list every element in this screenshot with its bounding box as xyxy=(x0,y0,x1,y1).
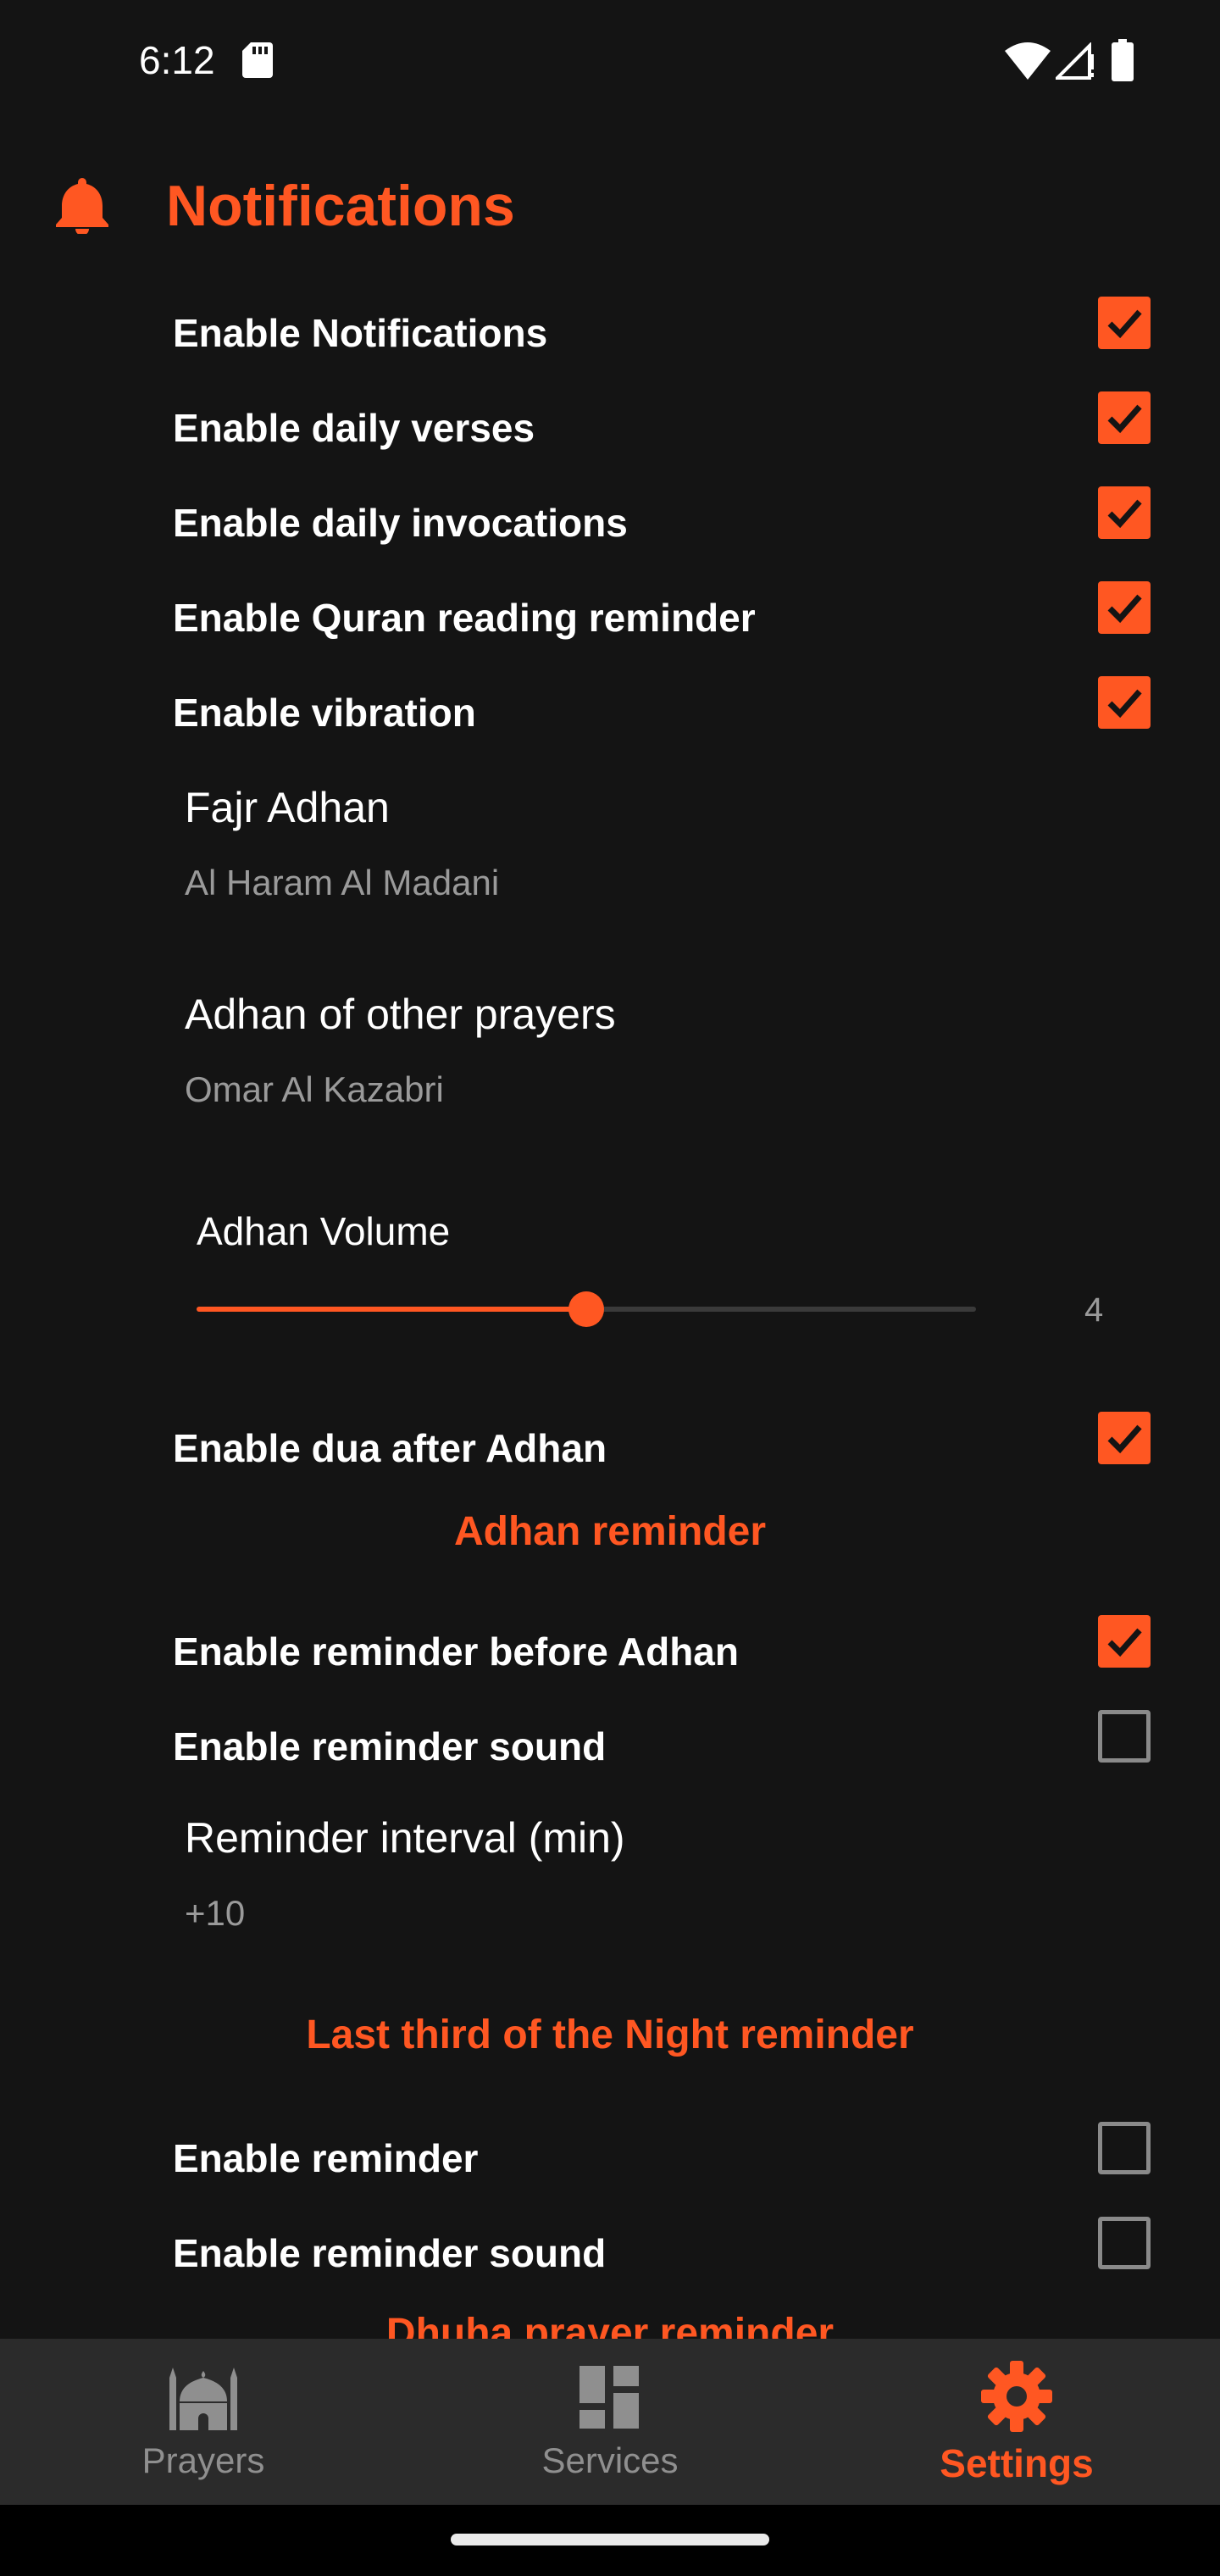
check-icon xyxy=(1107,499,1142,529)
toggle-row-reminder-before-adhan[interactable]: Enable reminder before Adhan xyxy=(0,1598,1220,1693)
pref-summary: Al Haram Al Madani xyxy=(185,863,500,902)
volume-slider-fill xyxy=(197,1307,586,1312)
nav-label: Settings xyxy=(940,2441,1094,2485)
gesture-handle[interactable] xyxy=(451,2534,769,2545)
checkbox-enable-daily-verses[interactable] xyxy=(1098,391,1151,444)
category-night-reminder: Last third of the Night reminder xyxy=(306,2012,914,2057)
check-icon xyxy=(1107,594,1142,624)
checkbox-adhan-reminder-sound[interactable] xyxy=(1098,1710,1151,1763)
pref-summary: +10 xyxy=(185,1893,246,1933)
notifications-header: Notifications xyxy=(0,161,1220,246)
section-title-notifications: Notifications xyxy=(166,174,515,238)
check-icon xyxy=(1107,1424,1142,1454)
toggle-label: Enable reminder sound xyxy=(173,1724,607,1768)
toggle-label: Enable reminder xyxy=(173,2136,479,2180)
checkbox-dua-after-adhan[interactable] xyxy=(1098,1412,1151,1464)
toggle-row-enable-daily-invocations[interactable]: Enable daily invocations xyxy=(0,469,1220,564)
nav-label: Prayers xyxy=(141,2440,265,2480)
toggle-row-dua-after-adhan[interactable]: Enable dua after Adhan xyxy=(0,1395,1220,1490)
checkbox-enable-vibration[interactable] xyxy=(1098,676,1151,729)
pref-other-adhan[interactable]: Adhan of other prayers Omar Al Kazabri xyxy=(0,990,1220,1159)
toggle-row-enable-daily-verses[interactable]: Enable daily verses xyxy=(0,375,1220,469)
nav-item-prayers[interactable]: Prayers xyxy=(0,2339,407,2505)
status-bar: 6:12 xyxy=(0,0,1220,119)
battery-icon xyxy=(1112,39,1134,81)
adhan-volume: Adhan Volume 4 xyxy=(0,1203,1220,1356)
dashboard-icon xyxy=(580,2366,639,2429)
checkbox-reminder-before-adhan[interactable] xyxy=(1098,1615,1151,1668)
volume-value: 4 xyxy=(1084,1291,1104,1329)
nav-label: Services xyxy=(541,2440,679,2480)
cell-signal-icon xyxy=(1056,42,1094,80)
toggle-label: Enable reminder sound xyxy=(173,2231,607,2275)
pref-reminder-interval[interactable]: Reminder interval (min) +10 xyxy=(0,1813,1220,1983)
wifi-icon xyxy=(1005,42,1051,80)
toggle-label: Enable daily invocations xyxy=(173,501,628,545)
mosque-icon xyxy=(169,2368,237,2430)
volume-slider[interactable] xyxy=(197,1291,976,1327)
pref-title: Adhan of other prayers xyxy=(185,991,616,1038)
toggle-label: Enable Notifications xyxy=(173,311,548,355)
toggle-row-night-reminder-sound[interactable]: Enable reminder sound xyxy=(0,2200,1220,2295)
volume-title: Adhan Volume xyxy=(197,1209,451,1253)
toggle-label: Enable vibration xyxy=(173,691,476,735)
checkbox-enable-notifications[interactable] xyxy=(1098,297,1151,349)
gesture-area xyxy=(0,2505,1220,2576)
toggle-label: Enable daily verses xyxy=(173,406,535,450)
toggle-label: Enable Quran reading reminder xyxy=(173,596,756,640)
pref-title: Reminder interval (min) xyxy=(185,1814,625,1862)
category-adhan-reminder: Adhan reminder xyxy=(453,1509,767,1554)
pref-summary: Omar Al Kazabri xyxy=(185,1069,444,1109)
toggle-row-adhan-reminder-sound[interactable]: Enable reminder sound xyxy=(0,1693,1220,1788)
toggle-row-enable-notifications[interactable]: Enable Notifications xyxy=(0,280,1220,375)
volume-slider-thumb[interactable] xyxy=(568,1291,604,1327)
toggle-label: Enable reminder before Adhan xyxy=(173,1629,739,1674)
nav-item-services[interactable]: Services xyxy=(407,2339,813,2505)
toggle-row-enable-quran-reminder[interactable]: Enable Quran reading reminder xyxy=(0,564,1220,659)
checkbox-night-reminder[interactable] xyxy=(1098,2122,1151,2174)
toggle-row-night-reminder[interactable]: Enable reminder xyxy=(0,2105,1220,2200)
sd-card-icon xyxy=(242,42,273,78)
bottom-navigation: Prayers Services Settings xyxy=(0,2339,1220,2505)
check-icon xyxy=(1107,1628,1142,1657)
pref-title: Fajr Adhan xyxy=(185,784,390,831)
toggle-label: Enable dua after Adhan xyxy=(173,1426,607,1470)
status-time: 6:12 xyxy=(139,38,215,82)
checkbox-enable-daily-invocations[interactable] xyxy=(1098,486,1151,539)
check-icon xyxy=(1107,309,1142,339)
gear-icon xyxy=(981,2361,1052,2432)
checkbox-enable-quran-reminder[interactable] xyxy=(1098,581,1151,634)
checkbox-night-reminder-sound[interactable] xyxy=(1098,2217,1151,2269)
bell-icon xyxy=(56,178,108,234)
toggle-row-enable-vibration[interactable]: Enable vibration xyxy=(0,659,1220,754)
check-icon xyxy=(1107,689,1142,719)
check-icon xyxy=(1107,404,1142,434)
nav-item-settings[interactable]: Settings xyxy=(813,2339,1220,2505)
pref-fajr-adhan[interactable]: Fajr Adhan Al Haram Al Madani xyxy=(0,783,1220,952)
